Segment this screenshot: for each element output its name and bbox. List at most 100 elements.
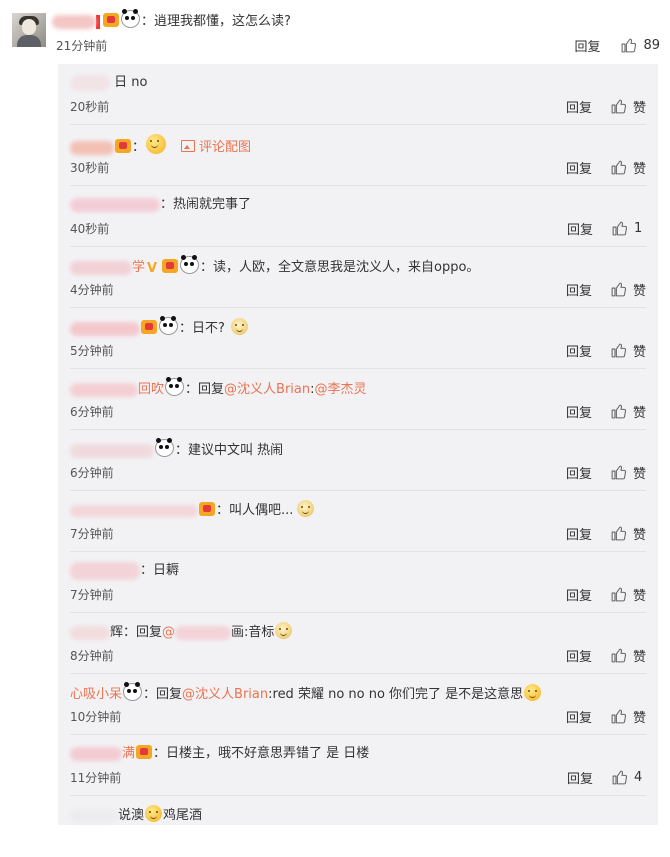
reply-item: ：建议中文叫 热闹 6分钟前 回复 赞 xyxy=(58,430,658,491)
reply-button[interactable]: 回复 xyxy=(567,768,593,787)
thumbs-up-icon xyxy=(611,709,627,724)
like-button[interactable]: 赞 xyxy=(610,402,646,421)
thumbs-up-icon xyxy=(611,404,627,419)
like-button[interactable]: 1 xyxy=(611,220,646,237)
member-badge-icon xyxy=(162,259,179,273)
like-label: 赞 xyxy=(632,162,646,177)
username-redacted[interactable] xyxy=(70,561,140,580)
reply-text: ：建议中文叫 热闹 xyxy=(175,443,284,458)
panda-icon xyxy=(165,377,185,396)
like-button[interactable]: 赞 xyxy=(610,585,646,604)
reply-time: 6分钟前 xyxy=(70,405,114,419)
username-redacted[interactable] xyxy=(70,808,118,823)
like-button[interactable]: 赞 xyxy=(610,707,646,726)
username-redacted[interactable] xyxy=(70,260,132,275)
like-label: 赞 xyxy=(632,284,646,299)
panda-icon xyxy=(159,316,178,335)
reply-button[interactable]: 回复 xyxy=(566,463,592,482)
reply-text: ：读，人欧，全文意思我是沈义人，来自oppo。 xyxy=(200,260,480,275)
reply-text-prefix: ：回复 xyxy=(143,687,183,702)
reply-button[interactable]: 回复 xyxy=(566,341,592,360)
reply-button[interactable]: 回复 xyxy=(566,280,592,299)
reply-text-prefix: ：回复 xyxy=(185,382,225,397)
reply-button[interactable]: 回复 xyxy=(566,158,592,177)
like-button[interactable]: 赞 xyxy=(610,280,646,299)
comment-actions: 回复 89 xyxy=(574,36,660,55)
reply-text-prefix: ：回复 xyxy=(123,625,163,640)
reply-button[interactable]: 回复 xyxy=(566,402,592,421)
member-badge-icon xyxy=(136,745,153,759)
username-redacted[interactable] xyxy=(70,321,140,336)
reply-time: 8分钟前 xyxy=(70,649,114,663)
username-redacted[interactable] xyxy=(70,625,110,640)
reply-item: ：热闹就完事了 40秒前 回复 1 xyxy=(58,186,658,247)
username-redacted[interactable] xyxy=(70,443,154,458)
reply-button[interactable]: 回复 xyxy=(567,219,593,238)
like-button[interactable]: 赞 xyxy=(610,97,646,116)
thumbs-up-icon xyxy=(612,770,628,785)
avatar[interactable] xyxy=(12,13,46,47)
member-badge-icon xyxy=(115,139,131,153)
dog-emoji xyxy=(275,622,293,639)
username-redacted[interactable] xyxy=(70,197,160,212)
replies-panel: 日 no 20秒前 回复 赞 ：评论配图 30秒前 回复 赞 ：热闹就完事了 4… xyxy=(58,64,658,825)
reply-item: 心吸小呆 ：回复@沈义人Brian:red 荣耀 no no no 你们完了 是不… xyxy=(58,674,658,735)
thumbs-up-icon xyxy=(611,587,627,602)
reply-username[interactable]: 心吸小呆 xyxy=(70,687,122,702)
reply-time: 5分钟前 xyxy=(70,344,114,358)
reply-item: ：评论配图 30秒前 回复 赞 xyxy=(58,125,658,186)
like-button[interactable]: 赞 xyxy=(610,341,646,360)
mention-link[interactable]: @沈义人Brian xyxy=(182,687,268,702)
reply-text: ：叫人偶吧... xyxy=(216,503,294,518)
mention-redacted[interactable] xyxy=(175,625,232,640)
username-redacted[interactable] xyxy=(52,14,96,29)
like-label: 赞 xyxy=(632,650,646,665)
main-comment: ：逍理我都懂，这怎么读? 21分钟前 回复 89 xyxy=(0,0,670,64)
like-button[interactable]: 赞 xyxy=(610,646,646,665)
reply-button[interactable]: 回复 xyxy=(566,524,592,543)
vip-icon: V xyxy=(147,261,158,276)
like-button[interactable]: 赞 xyxy=(610,463,646,482)
reply-item: ：叫人偶吧... 7分钟前 回复 赞 xyxy=(58,491,658,552)
reply-username[interactable]: 学 xyxy=(132,260,145,275)
like-button[interactable]: 赞 xyxy=(610,524,646,543)
reply-username[interactable]: 辉 xyxy=(110,625,123,640)
reply-text: 鸡尾酒 xyxy=(163,808,203,823)
reply-username[interactable]: 回吹 xyxy=(138,382,164,397)
username-redacted[interactable] xyxy=(70,74,110,91)
reply-text: ：热闹就完事了 xyxy=(160,197,252,212)
reply-text: ：日耨 xyxy=(140,563,180,578)
reply-item: ：日不? 5分钟前 回复 赞 xyxy=(58,308,658,369)
reply-button[interactable]: 回复 xyxy=(566,97,592,116)
username-redacted[interactable] xyxy=(70,140,114,155)
reply-button[interactable]: 回复 xyxy=(566,707,592,726)
mention-link[interactable]: @李杰灵 xyxy=(315,382,367,397)
reply-time: 30秒前 xyxy=(70,161,110,175)
like-button[interactable]: 89 xyxy=(620,37,660,54)
thumbs-up-icon xyxy=(611,160,627,175)
panda-icon xyxy=(155,438,174,457)
mention-link[interactable]: @沈义人Brian xyxy=(224,382,310,397)
username-redacted[interactable] xyxy=(70,746,122,761)
reply-button[interactable]: 回复 xyxy=(566,646,592,665)
like-button[interactable]: 赞 xyxy=(610,158,646,177)
reply-button[interactable]: 回复 xyxy=(566,585,592,604)
reply-time: 10分钟前 xyxy=(70,710,122,724)
username-redacted[interactable] xyxy=(70,504,198,517)
reply-time: 7分钟前 xyxy=(70,588,114,602)
thumbs-up-icon xyxy=(611,343,627,358)
like-button[interactable]: 4 xyxy=(611,769,646,786)
picture-icon xyxy=(181,140,196,152)
like-label: 赞 xyxy=(632,467,646,482)
reply-item: 辉：回复@ 画:音标 8分钟前 回复 赞 xyxy=(58,613,658,674)
reply-username[interactable]: 满 xyxy=(122,746,135,761)
panda-icon xyxy=(180,255,200,274)
smile-emoji xyxy=(145,805,163,822)
comment-picture-link[interactable]: 评论配图 xyxy=(199,140,251,155)
reply-button[interactable]: 回复 xyxy=(574,36,600,55)
username-redacted[interactable] xyxy=(70,382,138,397)
mention-link[interactable]: @ xyxy=(162,625,175,640)
reply-item: 日 no 20秒前 回复 赞 xyxy=(58,64,658,125)
like-label: 赞 xyxy=(632,406,646,421)
reply-item: 学 V ：读，人欧，全文意思我是沈义人，来自oppo。 4分钟前 回复 赞 xyxy=(58,247,658,308)
